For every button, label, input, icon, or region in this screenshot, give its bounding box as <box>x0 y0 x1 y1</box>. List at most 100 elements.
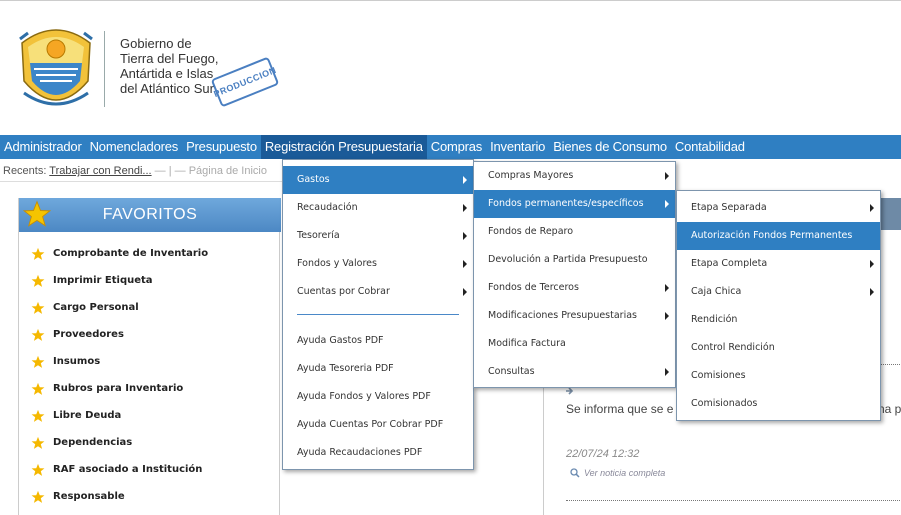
news-divider <box>566 500 901 501</box>
menu-item-control-rendicion[interactable]: Control Rendición <box>677 334 880 362</box>
favorites-list: Comprobante de Inventario Imprimir Etiqu… <box>31 240 208 510</box>
star-icon <box>31 409 45 422</box>
recents-label: Recents: <box>3 165 47 177</box>
favorite-item[interactable]: Proveedores <box>31 321 208 348</box>
news-divider <box>879 364 901 365</box>
menu-administrador[interactable]: Administrador <box>0 135 86 159</box>
submenu-arrow-icon <box>870 260 874 268</box>
menu-item-label: Recaudación <box>297 202 358 213</box>
menu-item-caja-chica[interactable]: Caja Chica <box>677 278 880 306</box>
favorite-label: Dependencias <box>53 437 133 448</box>
menu-item-label: Caja Chica <box>691 286 742 297</box>
menu-inventario[interactable]: Inventario <box>486 135 549 159</box>
fondos-permanentes-submenu: Etapa Separada Autorización Fondos Perma… <box>676 190 881 421</box>
news-date: 22/07/24 12:32 <box>566 448 640 460</box>
star-icon <box>31 328 45 341</box>
menu-registracion-presupuestaria[interactable]: Registración Presupuestaria <box>260 135 427 159</box>
favorite-item[interactable]: Comprobante de Inventario <box>31 240 208 267</box>
submenu-arrow-icon <box>665 312 669 320</box>
submenu-arrow-icon <box>463 204 467 212</box>
menu-item-comisiones[interactable]: Comisiones <box>677 362 880 390</box>
favorite-item[interactable]: Libre Deuda <box>31 402 208 429</box>
org-line: Antártida e Islas <box>120 66 214 81</box>
favorite-item[interactable]: Imprimir Etiqueta <box>31 267 208 294</box>
app-window: Gobierno de Tierra del Fuego, Antártida … <box>0 0 901 515</box>
recent-link-rendicion[interactable]: Trabajar con Rendi... <box>49 165 151 177</box>
menu-contabilidad[interactable]: Contabilidad <box>671 135 749 159</box>
menu-item-label: Rendición <box>691 314 738 325</box>
magnifier-icon <box>570 468 580 478</box>
menu-item-label: Compras Mayores <box>488 170 574 181</box>
menu-item-consultas[interactable]: Consultas <box>474 358 675 386</box>
menu-nomencladores[interactable]: Nomencladores <box>86 135 182 159</box>
menu-item-tesoreria[interactable]: Tesorería <box>283 222 473 250</box>
star-icon <box>31 436 45 449</box>
menu-item-modificaciones-presupuestarias[interactable]: Modificaciones Presupuestarias <box>474 302 675 330</box>
menu-item-etapa-completa[interactable]: Etapa Completa <box>677 250 880 278</box>
star-icon <box>23 200 51 227</box>
favorites-header: FAVORITOS <box>19 198 281 232</box>
menu-item-ayuda-gastos-pdf[interactable]: Ayuda Gastos PDF <box>283 327 473 355</box>
menu-item-recaudacion[interactable]: Recaudación <box>283 194 473 222</box>
org-line: Gobierno de <box>120 36 192 51</box>
submenu-arrow-icon <box>463 288 467 296</box>
submenu-arrow-icon <box>665 284 669 292</box>
menu-compras[interactable]: Compras <box>427 135 486 159</box>
star-icon <box>31 490 45 503</box>
org-line: del Atlántico Sur <box>120 81 214 96</box>
menu-item-label: Modifica Factura <box>488 338 566 349</box>
star-icon <box>31 247 45 260</box>
favorite-item[interactable]: Dependencias <box>31 429 208 456</box>
menu-item-compras-mayores[interactable]: Compras Mayores <box>474 162 675 190</box>
menu-item-label: Devolución a Partida Presupuesto <box>488 254 648 265</box>
menu-bienes-de-consumo[interactable]: Bienes de Consumo <box>549 135 671 159</box>
submenu-arrow-icon <box>463 232 467 240</box>
favorite-label: RAF asociado a Institución <box>53 464 203 475</box>
menu-item-ayuda-recaudaciones-pdf[interactable]: Ayuda Recaudaciones PDF <box>283 439 473 467</box>
favorites-title: FAVORITOS <box>102 206 198 223</box>
menu-item-ayuda-fondos-valores-pdf[interactable]: Ayuda Fondos y Valores PDF <box>283 383 473 411</box>
recent-link-inicio[interactable]: Página de Inicio <box>189 165 267 177</box>
menu-separator <box>297 314 459 315</box>
menu-item-rendicion[interactable]: Rendición <box>677 306 880 334</box>
menu-item-ayuda-cuentas-cobrar-pdf[interactable]: Ayuda Cuentas Por Cobrar PDF <box>283 411 473 439</box>
menu-item-modifica-factura[interactable]: Modifica Factura <box>474 330 675 358</box>
menu-item-label: Modificaciones Presupuestarias <box>488 310 637 321</box>
menu-item-fondos-de-terceros[interactable]: Fondos de Terceros <box>474 274 675 302</box>
submenu-arrow-icon <box>463 176 467 184</box>
submenu-arrow-icon <box>665 172 669 180</box>
menu-item-label: Comisiones <box>691 370 746 381</box>
menu-item-label: Fondos permanentes/específicos <box>488 198 644 209</box>
favorite-item[interactable]: Rubros para Inventario <box>31 375 208 402</box>
menu-presupuesto[interactable]: Presupuesto <box>182 135 261 159</box>
favorite-label: Insumos <box>53 356 101 367</box>
menu-item-label: Consultas <box>488 366 535 377</box>
menu-item-comisionados[interactable]: Comisionados <box>677 390 880 418</box>
menu-item-cuentas-por-cobrar[interactable]: Cuentas por Cobrar <box>283 278 473 306</box>
menu-item-label: Etapa Completa <box>691 258 768 269</box>
menu-item-autorizacion-fondos-permanentes[interactable]: Autorización Fondos Permanentes <box>677 222 880 250</box>
logo-divider <box>104 31 105 107</box>
favorite-item[interactable]: Insumos <box>31 348 208 375</box>
menu-item-gastos[interactable]: Gastos <box>283 166 473 194</box>
menu-item-label: Fondos de Reparo <box>488 226 574 237</box>
favorite-label: Proveedores <box>53 329 124 340</box>
menu-item-fondos-y-valores[interactable]: Fondos y Valores <box>283 250 473 278</box>
organization-name: Gobierno de Tierra del Fuego, Antártida … <box>120 36 219 96</box>
favorite-item[interactable]: Responsable <box>31 483 208 510</box>
menu-item-label: Control Rendición <box>691 342 775 353</box>
favorite-item[interactable]: RAF asociado a Institución <box>31 456 208 483</box>
menu-item-etapa-separada[interactable]: Etapa Separada <box>677 194 880 222</box>
menu-item-label: Fondos y Valores <box>297 258 377 269</box>
main-menubar: Administrador Nomencladores Presupuesto … <box>0 135 901 159</box>
news-summary-tail: na p <box>878 402 901 416</box>
favorite-item[interactable]: Cargo Personal <box>31 294 208 321</box>
menu-item-fondos-permanentes[interactable]: Fondos permanentes/específicos <box>474 190 675 218</box>
news-read-more-link[interactable]: Ver noticia completa <box>570 468 665 478</box>
menu-item-devolucion-partida[interactable]: Devolución a Partida Presupuesto <box>474 246 675 274</box>
menu-item-fondos-de-reparo[interactable]: Fondos de Reparo <box>474 218 675 246</box>
menu-item-ayuda-tesoreria-pdf[interactable]: Ayuda Tesoreria PDF <box>283 355 473 383</box>
submenu-arrow-icon <box>870 204 874 212</box>
menu-item-label: Gastos <box>297 174 330 185</box>
menu-item-label: Etapa Separada <box>691 202 767 213</box>
